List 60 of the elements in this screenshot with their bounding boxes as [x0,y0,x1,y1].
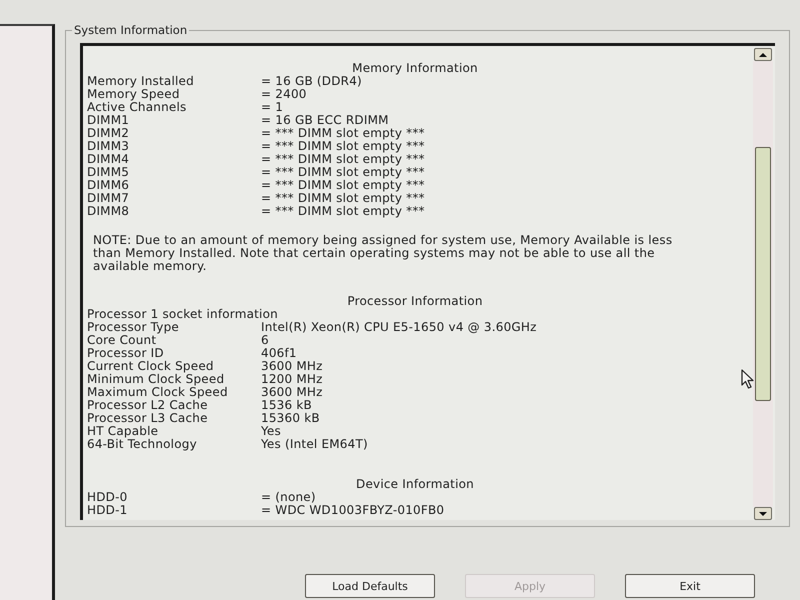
mouse-pointer-icon [741,369,755,389]
info-value: = (none) [261,491,316,504]
info-label: HDD-0 [87,491,128,504]
info-label: DIMM6 [87,179,130,192]
info-label: Processor L3 Cache [87,412,208,425]
info-value: = *** DIMM slot empty *** [261,179,425,192]
info-label: HDD-1 [87,504,128,517]
section-subheading: Processor 1 socket information [87,308,278,321]
info-label: DIMM2 [87,127,130,140]
info-value: = *** DIMM slot empty *** [261,205,425,218]
info-value: = *** DIMM slot empty *** [261,140,425,153]
section-heading: Processor Information [347,295,483,308]
info-value: Yes [261,425,281,438]
section-heading: Memory Information [352,62,478,75]
info-label: Current Clock Speed [87,360,214,373]
info-value: = WDC WD1003FBYZ-010FB0 [261,504,444,517]
info-label: Processor ID [87,347,164,360]
info-value: 1200 MHz [261,373,323,386]
info-value: = *** DIMM slot empty *** [261,166,425,179]
group-title: System Information [73,24,188,37]
info-label: DIMM7 [87,192,130,205]
info-label: DIMM3 [87,140,130,153]
info-label: DIMM1 [87,114,130,127]
info-value: = 2400 [261,88,307,101]
info-value: 406f1 [261,347,297,360]
info-label: 64-Bit Technology [87,438,197,451]
info-value: 15360 kB [261,412,320,425]
info-value: Yes (Intel EM64T) [261,438,368,451]
scrollbar-thumb[interactable] [755,147,771,401]
info-value: 6 [261,334,269,347]
info-label: DIMM4 [87,153,130,166]
scroll-up-button[interactable] [754,48,772,61]
note-text: NOTE: Due to an amount of memory being assigned for system use, Memory Available is less than Memory Installed. Note that certain operating systems may not be able to use all the available memory. [92,234,674,273]
info-value: = *** DIMM slot empty *** [261,192,425,205]
info-label: Memory Installed [87,75,194,88]
info-label: Core Count [87,334,156,347]
info-label: DIMM8 [87,205,130,218]
info-value: 1536 kB [261,399,312,412]
info-label: Minimum Clock Speed [87,373,224,386]
info-value: = 1 [261,101,284,114]
info-value: = 16 GB (DDR4) [261,75,362,88]
info-label: Memory Speed [87,88,180,101]
info-value: = *** DIMM slot empty *** [261,153,425,166]
action-button[interactable]: Exit [625,574,755,598]
section-heading: Device Information [356,478,474,491]
info-label: Maximum Clock Speed [87,386,228,399]
action-button[interactable]: Load Defaults [305,574,435,598]
info-label: DIMM5 [87,166,130,179]
info-value: 3600 MHz [261,386,323,399]
triangle-down-icon [759,512,767,516]
info-value: = *** DIMM slot empty *** [261,127,425,140]
info-label: Active Channels [87,101,186,114]
info-value: 3600 MHz [261,360,323,373]
scroll-down-button[interactable] [754,507,772,520]
info-label: HT Capable [87,425,158,438]
info-label: Processor L2 Cache [87,399,208,412]
info-value: = 16 GB ECC RDIMM [261,114,389,127]
info-label: Processor Type [87,321,179,334]
triangle-up-icon [759,52,767,56]
info-value: Intel(R) Xeon(R) CPU E5-1650 v4 @ 3.60GHz [261,321,537,334]
